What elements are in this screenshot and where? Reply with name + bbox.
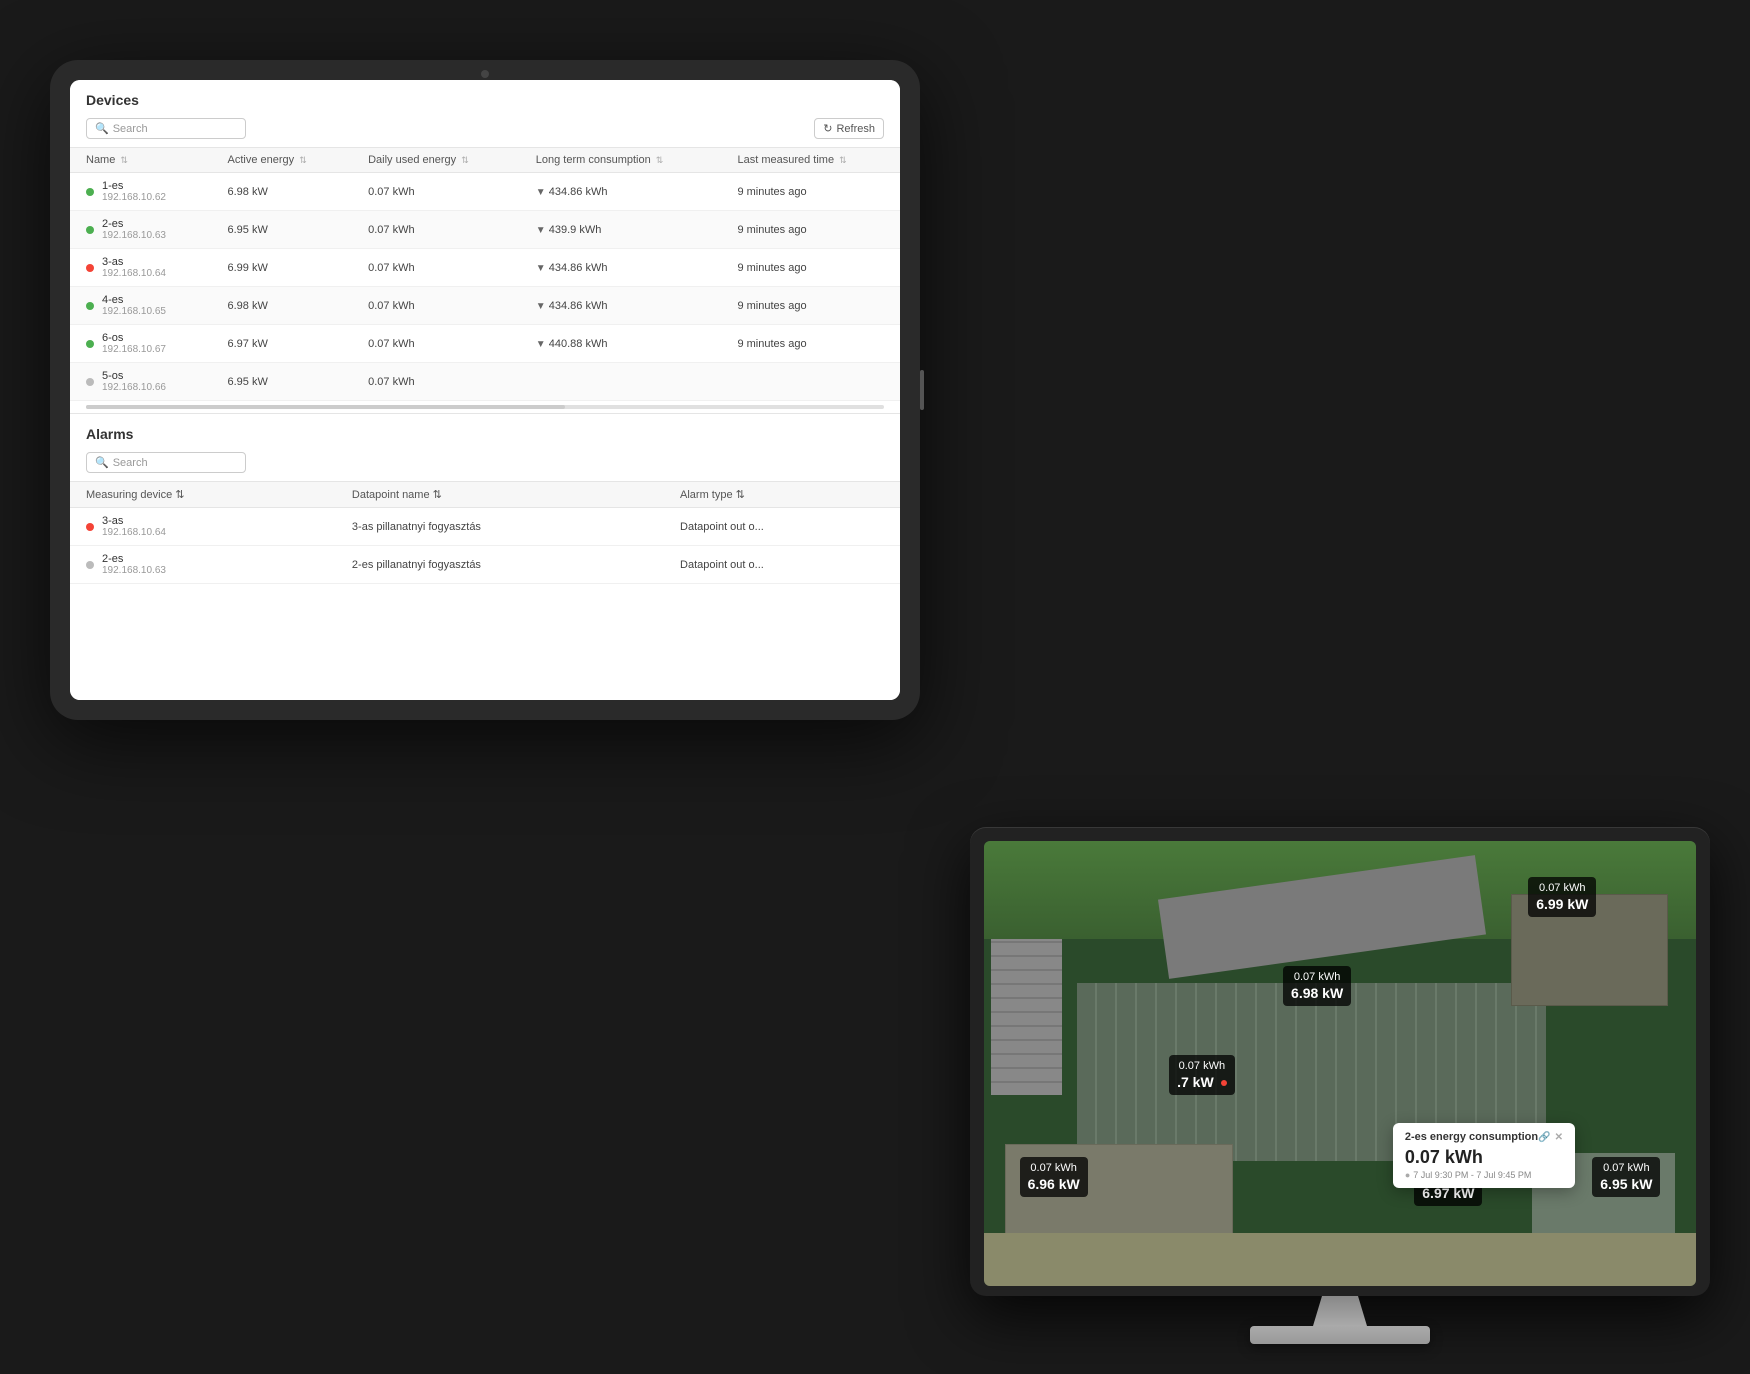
red-alert-dot xyxy=(1221,1080,1227,1086)
tooltip-close-icon[interactable]: ✕ xyxy=(1555,1132,1563,1143)
tooltip-value: 0.07 kWh xyxy=(1405,1147,1563,1168)
table-row[interactable]: 4-es192.168.10.65 6.98 kW 0.07 kWh ▼ 434… xyxy=(70,287,900,325)
devices-scrollbar[interactable] xyxy=(86,405,884,409)
alarms-search-bar-container: 🔍 Search xyxy=(70,448,900,481)
devices-search-input-wrap[interactable]: 🔍 Search xyxy=(86,118,246,139)
devices-search-bar-container: 🔍 Search ↻ Refresh xyxy=(70,114,900,147)
tablet-device: Devices 🔍 Search ↻ Refresh Name ⇅ Active… xyxy=(50,60,920,720)
col-datapoint-name[interactable]: Datapoint name ⇅ xyxy=(336,482,664,508)
table-row[interactable]: 5-os192.168.10.66 6.95 kW 0.07 kWh xyxy=(70,363,900,401)
col-long-term[interactable]: Long term consumption ⇅ xyxy=(520,148,722,173)
tooltip-icons: 🔗 ✕ xyxy=(1538,1132,1563,1143)
alarms-section-header: Alarms xyxy=(70,414,900,448)
status-dot xyxy=(86,264,94,272)
clock-icon: ● xyxy=(1405,1170,1410,1180)
search-icon: 🔍 xyxy=(95,122,109,135)
status-dot xyxy=(86,378,94,386)
energy-label-1[interactable]: 0.07 kWh 6.99 kW xyxy=(1528,877,1596,917)
tooltip-time: ● 7 Jul 9:30 PM - 7 Jul 9:45 PM xyxy=(1405,1170,1563,1180)
devices-table-header-row: Name ⇅ Active energy ⇅ Daily used energy… xyxy=(70,148,900,173)
energy-tooltip: 2-es energy consumption 🔗 ✕ 0.07 kWh ● 7… xyxy=(1393,1123,1575,1188)
monitor-screen-wrap: 0.07 kWh 6.99 kW 0.07 kWh 6.98 kW 0.07 k… xyxy=(970,827,1710,1296)
col-last-measured[interactable]: Last measured time ⇅ xyxy=(721,148,900,173)
table-row[interactable]: 1-es192.168.10.62 6.98 kW 0.07 kWh ▼ 434… xyxy=(70,173,900,211)
status-dot xyxy=(86,188,94,196)
devices-table: Name ⇅ Active energy ⇅ Daily used energy… xyxy=(70,147,900,401)
energy-label-4[interactable]: 0.07 kWh 6.96 kW xyxy=(1020,1157,1088,1197)
alarms-section: Alarms 🔍 Search Measuring device ⇅ Datap… xyxy=(70,413,900,584)
refresh-button[interactable]: ↻ Refresh xyxy=(814,118,884,139)
monitor-neck xyxy=(1310,1296,1370,1326)
tablet-button xyxy=(920,370,924,410)
status-dot xyxy=(86,226,94,234)
table-row[interactable]: 3-as192.168.10.64 6.99 kW 0.07 kWh ▼ 434… xyxy=(70,249,900,287)
table-row[interactable]: 2-es192.168.10.63 2-es pillanatnyi fogya… xyxy=(70,546,900,584)
alarms-search-input-wrap[interactable]: 🔍 Search xyxy=(86,452,246,473)
alarms-table-header-row: Measuring device ⇅ Datapoint name ⇅ Alar… xyxy=(70,482,900,508)
monitor-stand xyxy=(970,1296,1710,1344)
refresh-icon: ↻ xyxy=(823,122,832,135)
col-name[interactable]: Name ⇅ xyxy=(70,148,212,173)
energy-label-2[interactable]: 0.07 kWh 6.98 kW xyxy=(1283,966,1351,1006)
alarms-table: Measuring device ⇅ Datapoint name ⇅ Alar… xyxy=(70,481,900,584)
col-daily-energy[interactable]: Daily used energy ⇅ xyxy=(352,148,520,173)
aerial-parking xyxy=(991,939,1062,1095)
table-row[interactable]: 2-es192.168.10.63 6.95 kW 0.07 kWh ▼ 439… xyxy=(70,211,900,249)
col-measuring-device[interactable]: Measuring device ⇅ xyxy=(70,482,336,508)
tablet-content: Devices 🔍 Search ↻ Refresh Name ⇅ Active… xyxy=(70,80,900,700)
devices-section-header: Devices xyxy=(70,80,900,114)
monitor-device: 0.07 kWh 6.99 kW 0.07 kWh 6.98 kW 0.07 k… xyxy=(970,827,1710,1344)
col-alarm-type[interactable]: Alarm type ⇅ xyxy=(664,482,900,508)
aerial-ground xyxy=(984,1233,1696,1286)
status-dot xyxy=(86,340,94,348)
status-dot xyxy=(86,561,94,569)
table-row[interactable]: 6-os192.168.10.67 6.97 kW 0.07 kWh ▼ 440… xyxy=(70,325,900,363)
monitor-screen: 0.07 kWh 6.99 kW 0.07 kWh 6.98 kW 0.07 k… xyxy=(984,841,1696,1286)
energy-label-6[interactable]: 0.07 kWh 6.95 kW xyxy=(1592,1157,1660,1197)
energy-label-3[interactable]: 0.07 kWh .7 kW xyxy=(1169,1055,1234,1095)
monitor-base xyxy=(1250,1326,1430,1344)
tooltip-title: 2-es energy consumption 🔗 ✕ xyxy=(1405,1131,1563,1143)
tablet-camera xyxy=(481,70,489,78)
col-active-energy[interactable]: Active energy ⇅ xyxy=(212,148,353,173)
table-row[interactable]: 3-as192.168.10.64 3-as pillanatnyi fogya… xyxy=(70,508,900,546)
status-dot xyxy=(86,302,94,310)
tablet-screen: Devices 🔍 Search ↻ Refresh Name ⇅ Active… xyxy=(70,80,900,700)
tooltip-link-icon[interactable]: 🔗 xyxy=(1538,1132,1550,1143)
alarms-search-input[interactable]: Search xyxy=(113,457,148,469)
scrollbar-thumb xyxy=(86,405,565,409)
status-dot xyxy=(86,523,94,531)
devices-search-input[interactable]: Search xyxy=(113,123,148,135)
search-icon: 🔍 xyxy=(95,456,109,469)
